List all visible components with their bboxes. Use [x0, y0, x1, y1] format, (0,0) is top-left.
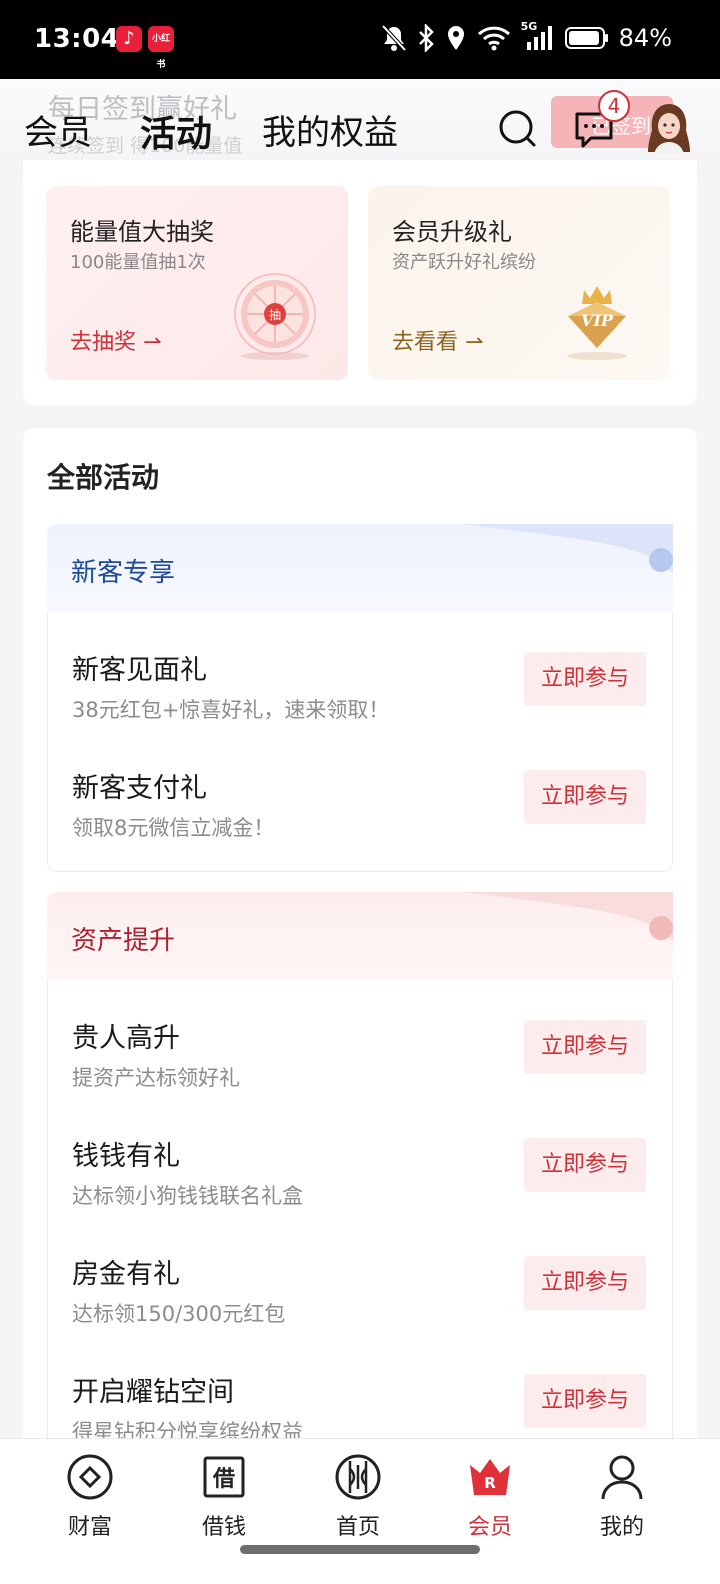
status-bar: 13:04 ♪ 小红书 5G 84% [0, 0, 720, 79]
item-title: 钱钱有礼 [72, 1141, 180, 1172]
status-time: 13:04 [34, 24, 120, 54]
list-item: 新客支付礼 领取8元微信立减金！ 立即参与 [48, 766, 674, 884]
upgrade-promo[interactable]: 会员升级礼 资产跃升好礼缤纷 去看看 ⇀ VIP [368, 186, 670, 380]
tab-member[interactable]: R 会员 [440, 1453, 540, 1541]
item-subtitle: 达标领小狗钱钱联名礼盒 [72, 1184, 303, 1208]
page-curl-decoration [463, 524, 673, 574]
join-button[interactable]: 立即参与 [524, 1138, 646, 1192]
xiaohongshu-app-icon: 小红书 [148, 26, 174, 70]
lottery-promo[interactable]: 能量值大抽奖 100能量值抽1次 去抽奖 ⇀ 抽 [46, 186, 348, 380]
signal-icon: 5G [521, 20, 555, 52]
member-crown-icon: R [470, 1459, 510, 1495]
bluetooth-icon [418, 24, 434, 52]
item-subtitle: 达标领150/300元红包 [72, 1302, 286, 1326]
tab-label: 我的 [599, 1515, 644, 1540]
list-item: 贵人高升 提资产达标领好礼 立即参与 [48, 1016, 674, 1134]
section-title: 新客专享 [71, 558, 176, 588]
mute-bell-icon [381, 24, 407, 52]
status-icons: 5G 84% [381, 20, 672, 52]
promo-title: 能量值大抽奖 [70, 218, 214, 246]
promo-subtitle: 资产跃升好礼缤纷 [392, 252, 536, 273]
list-item: 房金有礼 达标领150/300元红包 立即参与 [48, 1252, 674, 1370]
section-body: 贵人高升 提资产达标领好礼 立即参与 钱钱有礼 达标领小狗钱钱联名礼盒 立即参与… [47, 980, 673, 1480]
join-button[interactable]: 立即参与 [524, 1256, 646, 1310]
item-subtitle: 38元红包+惊喜好礼，速来领取！ [72, 698, 390, 722]
battery-icon [564, 27, 608, 49]
item-subtitle: 领取8元微信立减金！ [72, 816, 275, 840]
home-indicator[interactable] [240, 1545, 480, 1554]
item-title: 房金有礼 [72, 1259, 180, 1290]
message-count-badge: 4 [598, 90, 630, 122]
tab-label: 财富 [67, 1515, 112, 1540]
go-lottery-link[interactable]: 去抽奖 ⇀ [70, 324, 161, 356]
wealth-icon [67, 1454, 113, 1500]
tab-label: 首页 [335, 1515, 380, 1540]
tab-label: 借钱 [201, 1515, 246, 1540]
music-app-icon: ♪ [116, 26, 142, 52]
page-curl-decoration [463, 892, 673, 942]
tab-activity[interactable]: 活动 [140, 105, 212, 157]
join-button[interactable]: 立即参与 [524, 770, 646, 824]
section-asset-upgrade: 资产提升 贵人高升 提资产达标领好礼 立即参与 钱钱有礼 达标领小狗钱钱联名礼盒… [47, 892, 673, 1480]
tab-label: 会员 [467, 1515, 512, 1540]
go-see-link[interactable]: 去看看 ⇀ [392, 324, 483, 356]
tab-borrow[interactable]: 借 借钱 [174, 1453, 274, 1541]
borrow-glyph: 借 [212, 1467, 235, 1492]
all-activities-title: 全部活动 [47, 461, 160, 494]
member-glyph: R [484, 1474, 496, 1492]
battery-percent: 84% [618, 24, 672, 52]
vip-diamond-icon: VIP [567, 286, 627, 360]
all-activities-card: 全部活动 新客专享 新客见面礼 38元红包+惊喜好礼，速来领取！ 立即参与 新客… [23, 428, 697, 1480]
borrow-icon: 借 [203, 1456, 245, 1498]
profile-icon [601, 1455, 643, 1500]
home-icon [335, 1454, 381, 1500]
location-icon [447, 26, 464, 50]
section-body: 新客见面礼 38元红包+惊喜好礼，速来领取！ 立即参与 新客支付礼 领取8元微信… [47, 612, 673, 872]
bottom-tab-bar: 财富 借 借钱 首页 R 会员 我的 [0, 1438, 720, 1584]
item-title: 贵人高升 [72, 1023, 180, 1054]
item-title: 开启耀钻空间 [72, 1377, 234, 1408]
lottery-wheel-icon: 抽 [234, 273, 316, 360]
item-title: 新客见面礼 [72, 655, 207, 686]
list-item: 钱钱有礼 达标领小狗钱钱联名礼盒 立即参与 [48, 1134, 674, 1252]
wheel-center-label: 抽 [269, 308, 281, 322]
item-title: 新客支付礼 [72, 773, 207, 804]
promo-title: 会员升级礼 [392, 218, 512, 246]
item-subtitle: 提资产达标领好礼 [72, 1066, 240, 1090]
search-icon[interactable] [498, 109, 538, 149]
tab-wealth[interactable]: 财富 [40, 1453, 140, 1541]
section-header: 资产提升 [47, 892, 673, 982]
tab-member[interactable]: 会员 [24, 105, 92, 154]
wifi-icon [477, 26, 510, 51]
tab-home[interactable]: 首页 [308, 1453, 408, 1541]
section-new-customer: 新客专享 新客见面礼 38元红包+惊喜好礼，速来领取！ 立即参与 新客支付礼 领… [47, 524, 673, 874]
promo-subtitle: 100能量值抽1次 [70, 252, 206, 273]
tab-my-benefits[interactable]: 我的权益 [262, 105, 398, 154]
section-header: 新客专享 [47, 524, 673, 614]
join-button[interactable]: 立即参与 [524, 1020, 646, 1074]
join-button[interactable]: 立即参与 [524, 1374, 646, 1428]
list-item: 新客见面礼 38元红包+惊喜好礼，速来领取！ 立即参与 [48, 648, 674, 766]
section-title: 资产提升 [71, 926, 176, 956]
promo-card: 能量值大抽奖 100能量值抽1次 去抽奖 ⇀ 抽 会员升级礼 资产跃升好礼缤纷 … [23, 160, 697, 405]
join-button[interactable]: 立即参与 [524, 652, 646, 706]
avatar[interactable] [646, 100, 692, 154]
tab-profile[interactable]: 我的 [572, 1453, 672, 1541]
vip-badge-text: VIP [581, 311, 614, 330]
